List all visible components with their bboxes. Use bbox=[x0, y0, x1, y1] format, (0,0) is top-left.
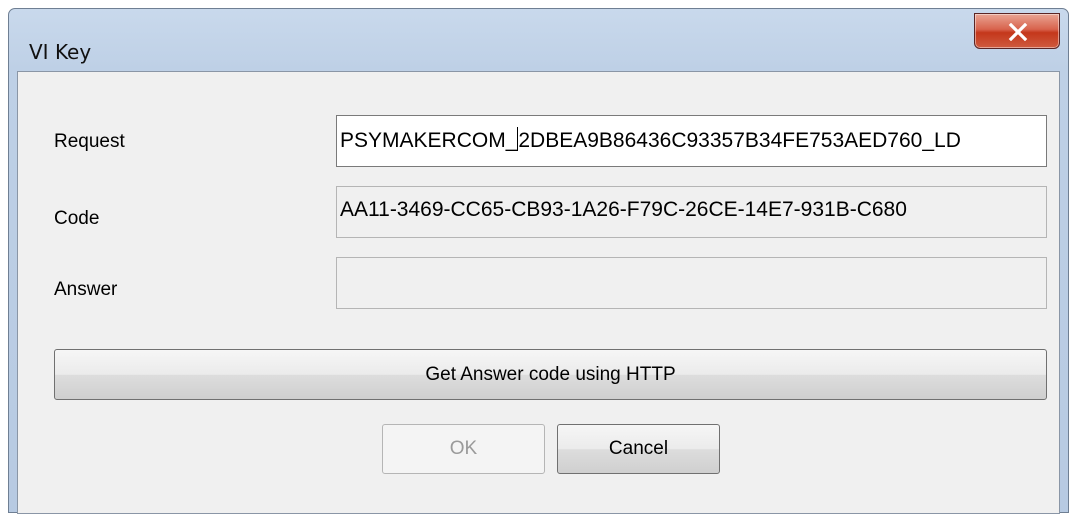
answer-label: Answer bbox=[54, 279, 118, 300]
window-title: VI Key bbox=[29, 40, 92, 64]
request-value-start: PSYMAKERCOM_ bbox=[340, 129, 518, 152]
request-field[interactable]: PSYMAKERCOM_2DBEA9B86436C93357B34FE753AE… bbox=[336, 115, 1047, 167]
code-label: Code bbox=[54, 208, 100, 229]
code-field[interactable]: AA11-3469-CC65-CB93-1A26-F79C-26CE-14E7-… bbox=[336, 186, 1047, 238]
answer-field[interactable] bbox=[336, 257, 1047, 309]
title-bar[interactable]: VI Key bbox=[9, 9, 1068, 71]
close-icon bbox=[1008, 23, 1028, 41]
ok-button[interactable]: OK bbox=[382, 424, 545, 474]
close-button[interactable] bbox=[974, 13, 1060, 49]
get-answer-http-button[interactable]: Get Answer code using HTTP bbox=[54, 349, 1047, 400]
cancel-button[interactable]: Cancel bbox=[557, 424, 720, 474]
vi-key-dialog: VI Key Request PSYMAKERCOM_2DBEA9B86436C… bbox=[8, 8, 1069, 514]
dialog-body: Request PSYMAKERCOM_2DBEA9B86436C93357B3… bbox=[17, 71, 1060, 514]
request-value-end: 2DBEA9B86436C93357B34FE753AED760_LD bbox=[518, 129, 961, 152]
request-label: Request bbox=[54, 131, 125, 152]
